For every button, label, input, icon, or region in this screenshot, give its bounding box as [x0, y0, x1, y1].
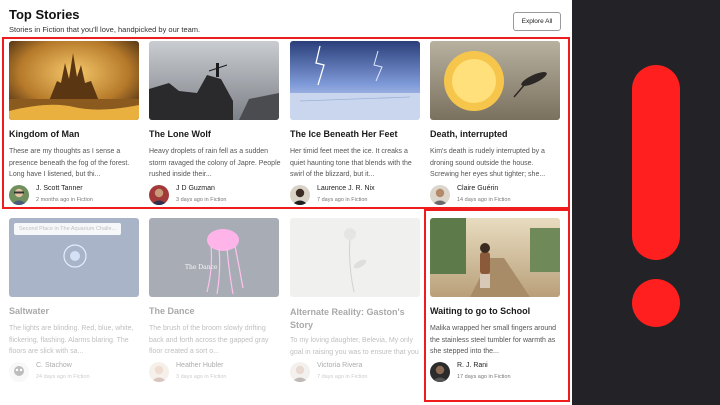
author-avatar[interactable]: [290, 362, 310, 382]
story-image-paper-flower[interactable]: [290, 218, 420, 297]
story-title[interactable]: Saltwater: [9, 306, 141, 317]
author-avatar[interactable]: [9, 185, 29, 205]
story-excerpt: To my loving daughter, Belevia, My only …: [290, 337, 419, 356]
author-avatar[interactable]: [430, 185, 450, 205]
author-name[interactable]: Laurence J. R. Nix: [317, 185, 375, 192]
story-card-kingdom-of-man[interactable]: Kingdom of Man These are my thoughts as …: [9, 41, 141, 211]
story-image-pink-jellyfish[interactable]: The Dance: [149, 218, 279, 297]
story-card-the-lone-wolf[interactable]: The Lone Wolf Heavy droplets of rain fel…: [149, 41, 281, 211]
story-image-jellyfish-dark[interactable]: Second Place in The Aquarium Challe...: [9, 218, 139, 297]
author-name[interactable]: C. Stachow: [36, 362, 72, 369]
story-meta: 3 days ago in Fiction: [176, 197, 227, 203]
award-badge: Second Place in The Aquarium Challe...: [14, 223, 122, 235]
author-name[interactable]: Heather Hubler: [176, 362, 223, 369]
author-avatar[interactable]: [149, 362, 169, 382]
story-excerpt: Heavy droplets of rain fell as a sudden …: [149, 148, 281, 178]
story-title[interactable]: The Ice Beneath Her Feet: [290, 129, 422, 140]
story-card-death-interrupted[interactable]: Death, interrupted Kim's death is rudely…: [430, 41, 562, 211]
author-avatar[interactable]: [290, 185, 310, 205]
page-title: Top Stories: [9, 7, 80, 22]
story-card-alternate-reality[interactable]: Alternate Reality: Gaston's Story To my …: [290, 218, 422, 388]
story-excerpt: Her timid feet meet the ice. It creaks a…: [290, 148, 412, 178]
author-avatar[interactable]: [149, 185, 169, 205]
image-caption: The Dance: [185, 264, 218, 271]
story-image-ice-storm[interactable]: [290, 41, 420, 120]
story-image-sun-silhouette[interactable]: [430, 41, 560, 120]
story-excerpt: Malika wrapped her small fingers around …: [430, 325, 557, 355]
author-name[interactable]: J. Scott Tanner: [36, 185, 83, 192]
story-image-castle[interactable]: [9, 41, 139, 120]
story-image-cliff[interactable]: [149, 41, 279, 120]
story-title[interactable]: Alternate Reality: Gaston's Story: [290, 306, 422, 331]
story-card-waiting-to-go-to-school[interactable]: Waiting to go to School Malika wrapped h…: [430, 218, 562, 388]
story-card-saltwater[interactable]: Second Place in The Aquarium Challe... S…: [9, 218, 141, 388]
story-title[interactable]: Death, interrupted: [430, 129, 562, 140]
story-excerpt: These are my thoughts as I sense a prese…: [9, 148, 130, 178]
story-meta: 17 days ago in Fiction: [457, 374, 511, 380]
exclamation-dot-icon: [632, 279, 680, 327]
story-image-girl-on-road[interactable]: [430, 218, 560, 297]
story-meta: 7 days ago in Fiction: [317, 374, 368, 380]
story-meta: 14 days ago in Fiction: [457, 197, 511, 203]
page-subtitle: Stories in Fiction that you'll love, han…: [9, 25, 201, 34]
author-avatar[interactable]: [430, 362, 450, 382]
author-name[interactable]: Claire Guérin: [457, 185, 498, 192]
author-name[interactable]: R. J. Rani: [457, 362, 488, 369]
story-title[interactable]: The Dance: [149, 306, 281, 317]
explore-all-button[interactable]: Explore All: [513, 12, 561, 31]
author-name[interactable]: J D Guzman: [176, 185, 215, 192]
story-meta: 3 days ago in Fiction: [176, 374, 227, 380]
story-excerpt: The brush of the broom slowly drifting b…: [149, 325, 269, 355]
story-title[interactable]: Kingdom of Man: [9, 129, 141, 140]
author-avatar[interactable]: [9, 362, 29, 382]
story-meta: 2 months ago in Fiction: [36, 197, 93, 203]
story-meta: 24 days ago in Fiction: [36, 374, 90, 380]
story-card-the-ice-beneath-her-feet[interactable]: The Ice Beneath Her Feet Her timid feet …: [290, 41, 422, 211]
exclamation-mark-icon: [632, 65, 680, 260]
story-meta: 7 days ago in Fiction: [317, 197, 368, 203]
story-title[interactable]: Waiting to go to School: [430, 306, 562, 317]
story-excerpt: Kim's death is rudely interrupted by a d…: [430, 148, 546, 178]
story-card-the-dance[interactable]: The Dance The Dance The brush of the bro…: [149, 218, 281, 388]
author-name[interactable]: Victoria Rivera: [317, 362, 362, 369]
story-title[interactable]: The Lone Wolf: [149, 129, 281, 140]
story-excerpt: The lights are blinding. Red, blue, whit…: [9, 325, 134, 355]
